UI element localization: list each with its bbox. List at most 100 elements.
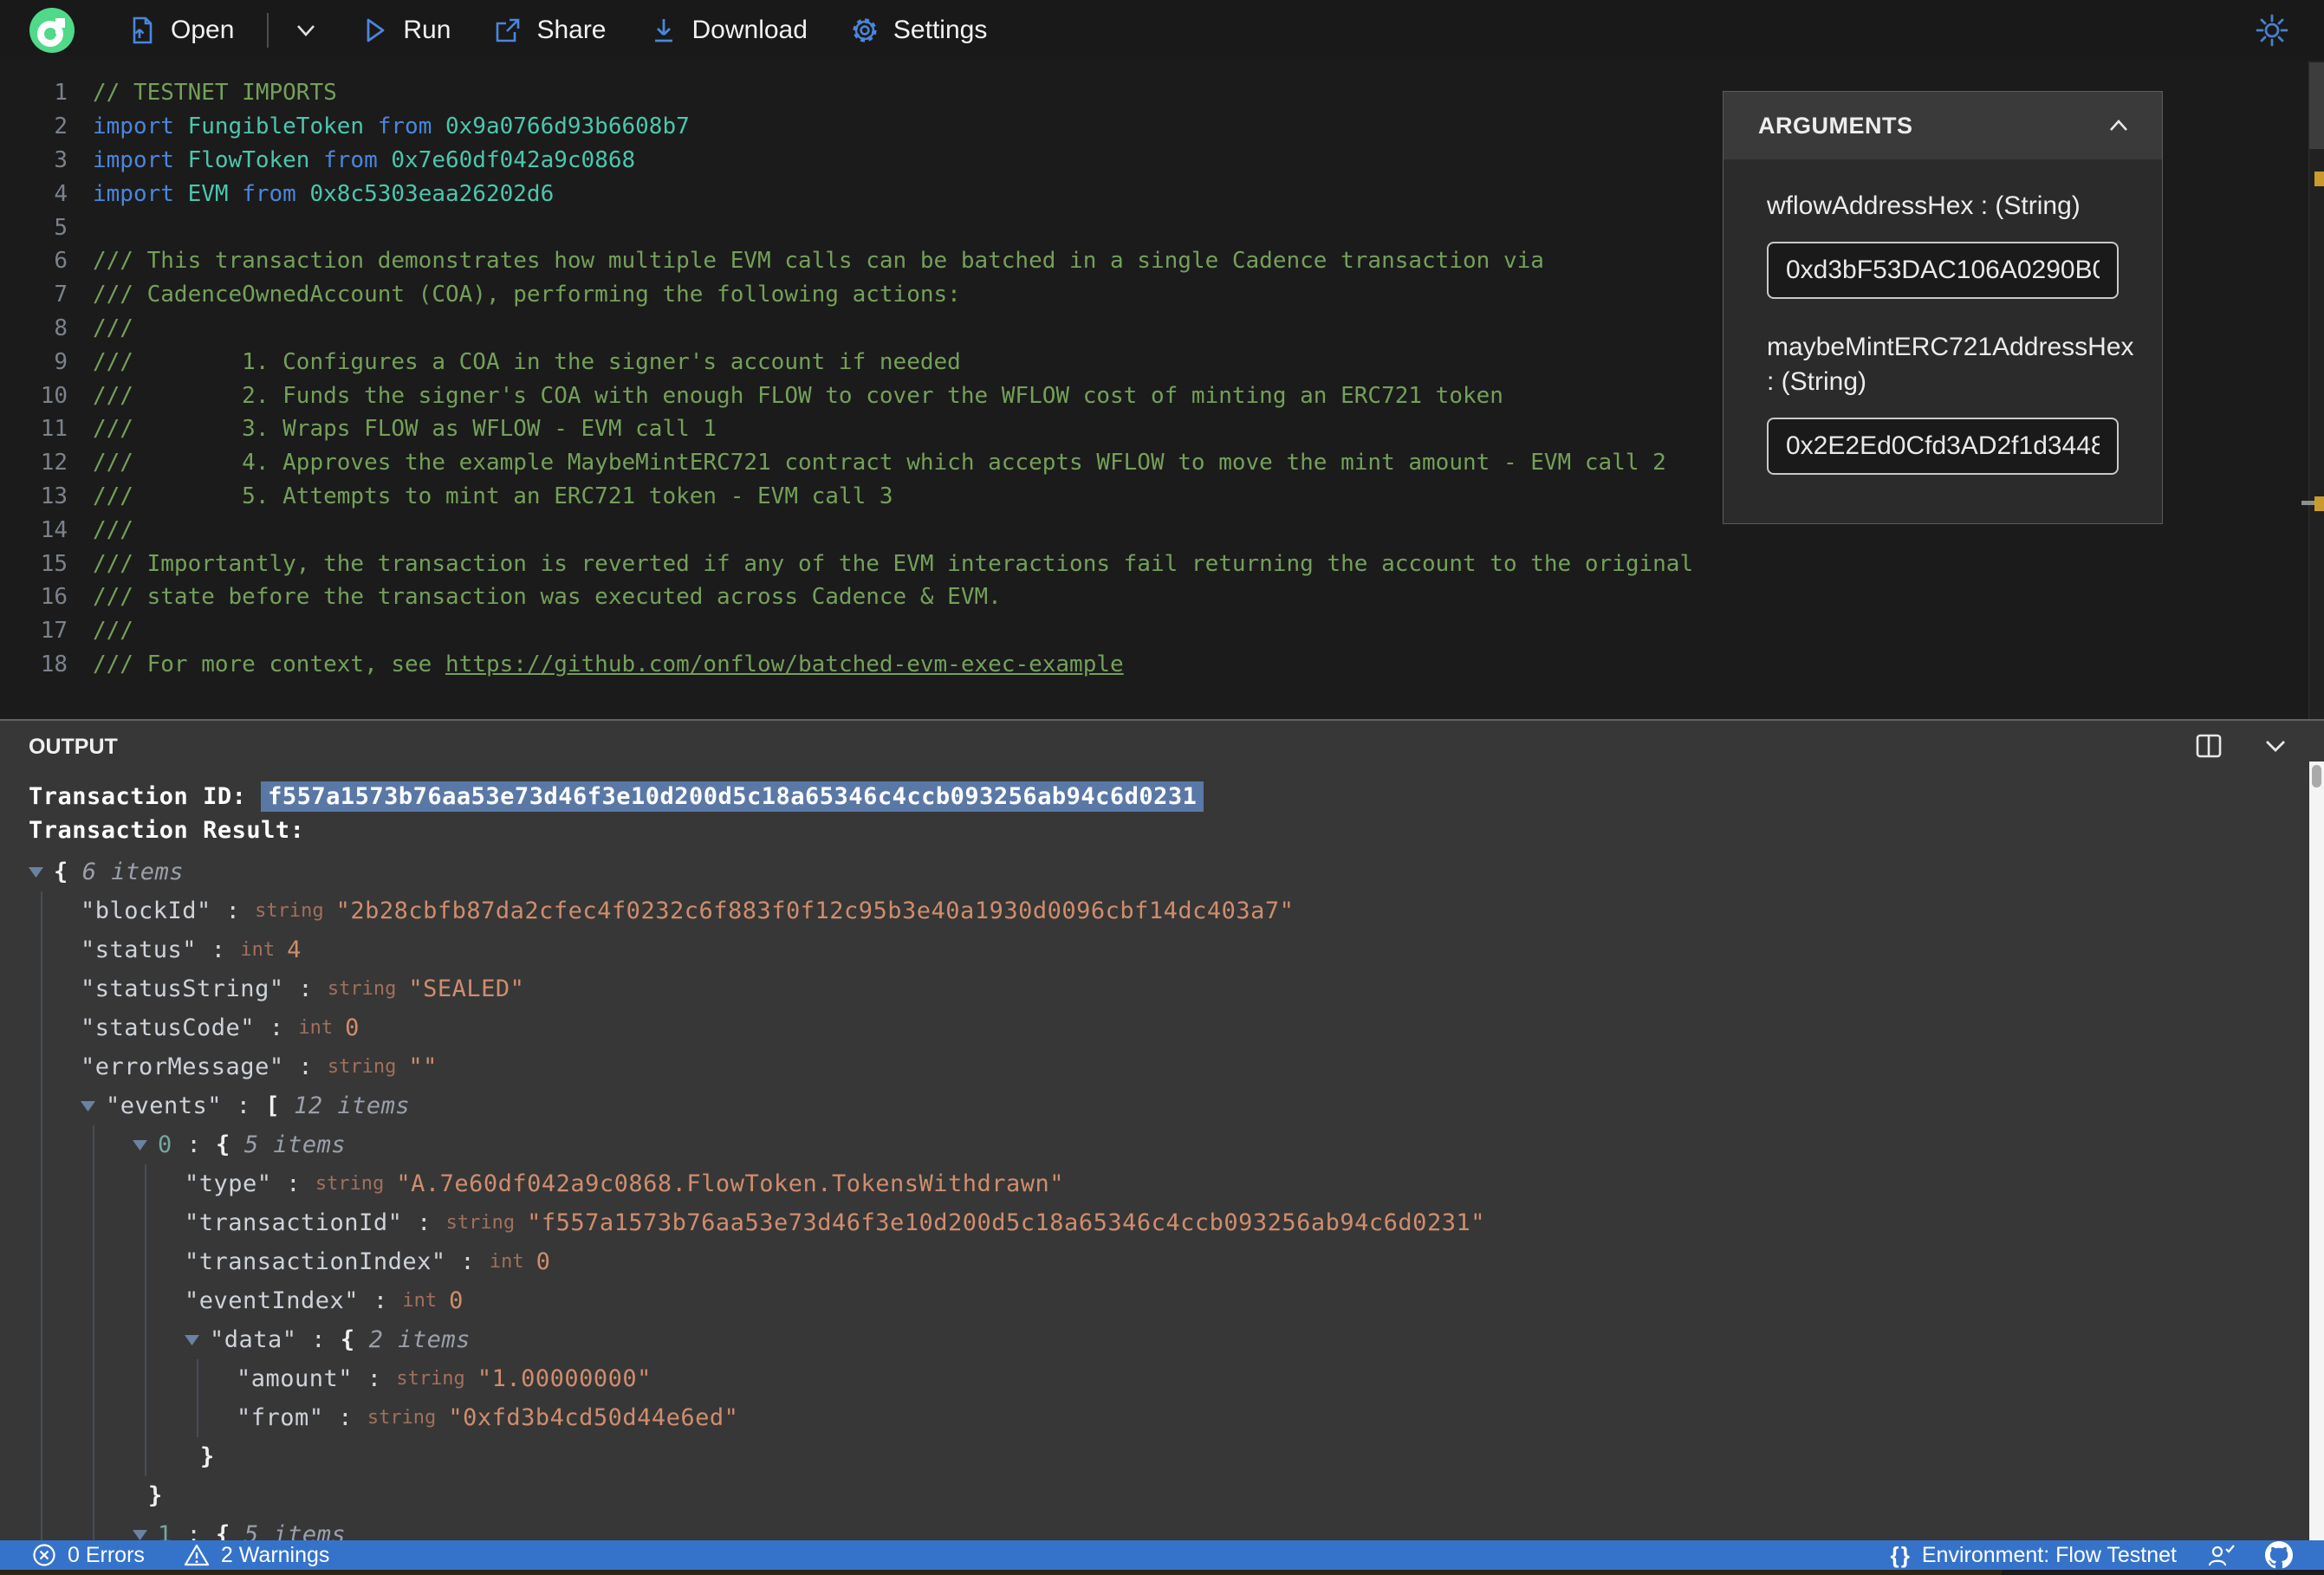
collapse-triangle-icon[interactable] — [133, 1139, 147, 1150]
split-editor-icon[interactable] — [2192, 729, 2225, 762]
chevron-up-icon[interactable] — [2105, 117, 2132, 134]
line-number: 1 — [54, 80, 68, 107]
feedback-user-icon[interactable] — [2206, 1542, 2236, 1568]
tree-text: : — [211, 898, 256, 924]
code-line: import FlowToken from 0x7e60df042a9c0868 — [93, 147, 635, 173]
line-number: 5 — [54, 214, 68, 241]
json-tree-row: 1 : {5 items — [133, 1515, 2309, 1540]
json-tree-row: "eventIndex" : int 0 — [185, 1281, 2309, 1320]
line-number: 12 — [40, 450, 68, 476]
share-button[interactable]: Share — [492, 15, 607, 46]
tree-brace: { — [216, 1521, 230, 1540]
json-tree-close-row: } — [133, 1476, 2309, 1515]
line-number: 2 — [54, 113, 68, 140]
code-token: 0x9a0766d93b6608b7 — [445, 113, 690, 140]
tree-value: 0 — [536, 1248, 551, 1275]
tree-item-count: 5 items — [243, 1521, 347, 1540]
code-line: /// This transaction demonstrates how mu… — [93, 248, 1544, 274]
tree-key: "events" — [106, 1092, 223, 1119]
error-circle-icon — [33, 1544, 55, 1566]
output-scrollbar-thumb[interactable] — [2312, 765, 2321, 788]
wflow-address-input[interactable] — [1767, 241, 2119, 299]
code-token: from — [364, 113, 445, 140]
code-line-row[interactable]: 18 /// For more context, see https://gith… — [0, 648, 2324, 682]
tree-value: "1.00000000" — [477, 1365, 652, 1392]
tree-key: "statusCode" — [81, 1014, 256, 1041]
json-tree-row: "status" : int 4 — [81, 930, 2309, 969]
arguments-header[interactable]: ARGUMENTS — [1724, 92, 2162, 159]
tree-value: "" — [408, 1053, 438, 1080]
tree-key: "amount" — [237, 1365, 354, 1392]
code-link[interactable]: https://github.com/onflow/batched-evm-ex… — [445, 651, 1124, 677]
download-button[interactable]: Download — [648, 15, 808, 46]
collapse-triangle-icon[interactable] — [81, 1100, 95, 1112]
tree-value-type: string — [445, 1212, 516, 1234]
tree-text: : — [445, 1248, 490, 1275]
json-tree-row: "transactionIndex" : int 0 — [185, 1242, 2309, 1281]
tree-value: 4 — [287, 937, 302, 963]
code-token: /// — [93, 618, 133, 645]
argument-label: wflowAddressHex : (String) — [1767, 191, 2081, 220]
tree-text: : — [323, 1404, 367, 1431]
open-button[interactable]: Open — [127, 15, 234, 46]
tree-text: : — [172, 1521, 217, 1540]
run-button[interactable]: Run — [359, 15, 451, 46]
transaction-result-label: Transaction Result: — [29, 817, 305, 844]
tree-value: "0xfd3b4cd50d44e6ed" — [448, 1404, 739, 1431]
errors-count: 0 Errors — [68, 1542, 145, 1567]
code-line-row[interactable]: 16 /// state before the transaction was e… — [0, 580, 2324, 614]
errors-status[interactable]: 0 Errors — [31, 1542, 145, 1568]
json-tree-row: "blockId" : string "2b28cbfb87da2cfec4f02… — [81, 891, 2309, 930]
open-dropdown-button[interactable] — [293, 22, 319, 39]
tree-value: "A.7e60df042a9c0868.FlowToken.TokensWith… — [396, 1170, 1065, 1197]
collapse-triangle-icon[interactable] — [29, 866, 43, 878]
collapse-triangle-icon[interactable] — [185, 1334, 199, 1345]
json-tree-row: "statusString" : string "SEALED" — [81, 969, 2309, 1008]
transaction-id-label: Transaction ID: — [29, 783, 262, 810]
output-body[interactable]: Transaction ID: f557a1573b76aa53e73d46f3… — [0, 771, 2309, 1540]
line-number: 11 — [40, 416, 68, 443]
code-line: /// 3. Wraps FLOW as WFLOW - EVM call 1 — [93, 416, 717, 442]
tree-text: : — [283, 975, 328, 1002]
tree-brace: } — [148, 1482, 163, 1509]
tree-text: : — [353, 1365, 397, 1392]
tree-key: 0 — [158, 1131, 172, 1158]
tree-key: "errorMessage" — [81, 1053, 284, 1080]
collapse-panel-chevron-down-icon[interactable] — [2260, 736, 2291, 756]
environment-status[interactable]: { } Environment: Flow Testnet — [1890, 1542, 2177, 1569]
github-icon[interactable] — [2265, 1541, 2293, 1569]
code-line-row[interactable]: 15 /// Importantly, the transaction is re… — [0, 547, 2324, 580]
tree-key: "type" — [185, 1170, 272, 1197]
line-number: 13 — [40, 483, 68, 509]
theme-toggle-button[interactable] — [2255, 13, 2289, 48]
tree-text: : — [296, 1326, 341, 1353]
transaction-id-value[interactable]: f557a1573b76aa53e73d46f3e10d200d5c18a653… — [261, 781, 1204, 812]
tree-value-type: string — [315, 1173, 385, 1195]
code-line: /// 5. Attempts to mint an ERC721 token … — [93, 483, 893, 509]
maybe-mint-erc721-address-input[interactable] — [1767, 417, 2119, 475]
editor-scrollbar-thumb[interactable] — [2309, 62, 2324, 149]
collapse-triangle-icon[interactable] — [133, 1529, 147, 1540]
code-token: /// 4. Approves the example MaybeMintERC… — [93, 450, 1666, 476]
tree-key: "data" — [210, 1326, 297, 1353]
tree-value-type: int — [240, 939, 276, 961]
warnings-status[interactable]: 2 Warnings — [183, 1542, 329, 1568]
tree-key: "eventIndex" — [185, 1287, 360, 1314]
toolbar: Open Run Share Download Settings — [0, 0, 2324, 61]
code-token: FlowToken — [187, 146, 310, 173]
code-token: 0x7e60df042a9c0868 — [391, 146, 636, 173]
tree-item-count: 5 items — [243, 1131, 347, 1158]
line-number: 3 — [54, 146, 68, 173]
json-tree-row: {6 items — [29, 852, 2309, 891]
json-tree-children: 0 : {5 items "type" : string "A.7e60df042a… — [93, 1125, 2309, 1540]
json-tree-row: "amount" : string "1.00000000" — [237, 1359, 2309, 1398]
code-line-row[interactable]: 17 /// — [0, 614, 2324, 648]
editor-scrollbar[interactable] — [2301, 61, 2324, 719]
braces-icon: { } — [1890, 1541, 1910, 1568]
code-token: /// CadenceOwnedAccount (COA), performin… — [93, 282, 961, 308]
output-panel: OUTPUT Transaction ID: f557a1573b76aa53e… — [0, 719, 2324, 1540]
json-tree-children: "blockId" : string "2b28cbfb87da2cfec4f02… — [41, 891, 2309, 1540]
settings-button[interactable]: Settings — [849, 15, 987, 46]
output-scrollbar[interactable] — [2309, 762, 2324, 1540]
code-line: /// 1. Configures a COA in the signer's … — [93, 349, 961, 375]
